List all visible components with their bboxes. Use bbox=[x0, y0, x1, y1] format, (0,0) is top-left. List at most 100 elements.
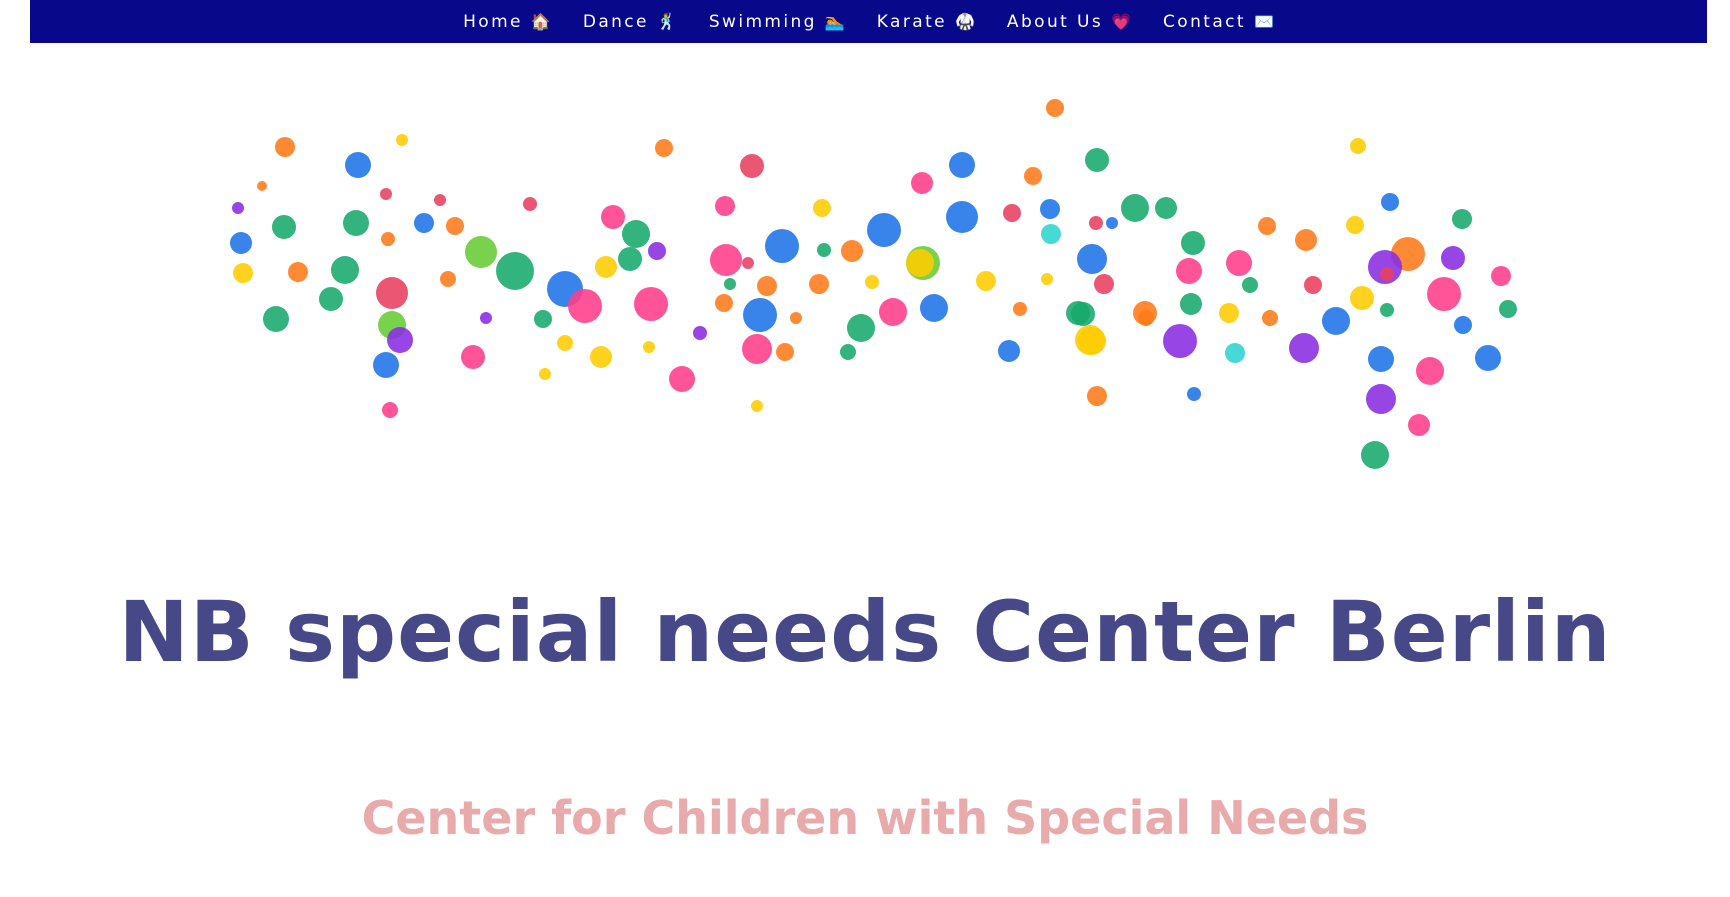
watercolor-dot bbox=[840, 344, 856, 360]
watercolor-dot bbox=[568, 289, 602, 323]
watercolor-dot bbox=[590, 346, 612, 368]
watercolor-dot bbox=[813, 199, 831, 217]
watercolor-dot bbox=[461, 345, 485, 369]
watercolor-dot bbox=[648, 242, 666, 260]
watercolor-dot bbox=[1041, 273, 1053, 285]
watercolor-dot bbox=[742, 334, 772, 364]
watercolor-dot bbox=[1454, 316, 1472, 334]
watercolor-dot bbox=[1155, 197, 1177, 219]
watercolor-dot bbox=[1380, 267, 1394, 281]
watercolor-dot bbox=[740, 154, 764, 178]
watercolor-dot bbox=[1350, 138, 1366, 154]
watercolor-dot bbox=[1226, 250, 1252, 276]
watercolor-dot bbox=[1187, 387, 1201, 401]
watercolor-dot bbox=[618, 247, 642, 271]
watercolor-dot bbox=[1163, 324, 1197, 358]
site-subtitle: Center for Children with Special Needs bbox=[361, 791, 1369, 845]
watercolor-dot bbox=[1262, 310, 1278, 326]
watercolor-dot bbox=[1013, 302, 1027, 316]
watercolor-dot bbox=[1366, 384, 1396, 414]
watercolor-dot bbox=[1219, 303, 1239, 323]
watercolor-dot bbox=[272, 215, 296, 239]
watercolor-dot bbox=[790, 312, 802, 324]
watercolor-dot bbox=[809, 274, 829, 294]
watercolor-dot bbox=[867, 213, 901, 247]
watercolor-dot bbox=[1408, 414, 1430, 436]
watercolor-dot bbox=[817, 243, 831, 257]
watercolor-dot bbox=[376, 277, 408, 309]
confetti-dots-banner bbox=[230, 99, 1517, 469]
watercolor-dot bbox=[1499, 300, 1517, 318]
watercolor-dot bbox=[380, 188, 392, 200]
site-title: NB special needs Center Berlin bbox=[118, 583, 1612, 681]
watercolor-dot bbox=[1094, 274, 1114, 294]
watercolor-dot bbox=[1289, 333, 1319, 363]
watercolor-dot bbox=[1176, 258, 1202, 284]
watercolor-dot bbox=[343, 210, 369, 236]
watercolor-dot bbox=[233, 263, 253, 283]
watercolor-dot bbox=[1181, 231, 1205, 255]
watercolor-dot bbox=[381, 232, 395, 246]
watercolor-dot bbox=[434, 194, 446, 206]
watercolor-dot bbox=[920, 294, 948, 322]
watercolor-dot bbox=[1475, 345, 1501, 371]
watercolor-dot bbox=[998, 340, 1020, 362]
watercolor-dot bbox=[1491, 266, 1511, 286]
watercolor-dot bbox=[440, 271, 456, 287]
watercolor-dot bbox=[1416, 357, 1444, 385]
page: Home 🏠 Dance 🕺 Swimming 🏊 Karate 🥋 About… bbox=[0, 0, 1730, 897]
watercolor-dot bbox=[911, 172, 933, 194]
watercolor-dot bbox=[1452, 209, 1472, 229]
watercolor-dot bbox=[396, 134, 408, 146]
watercolor-dot bbox=[387, 327, 413, 353]
watercolor-dot bbox=[946, 201, 978, 233]
watercolor-dot bbox=[523, 197, 537, 211]
watercolor-dot bbox=[539, 368, 551, 380]
watercolor-dot bbox=[1322, 307, 1350, 335]
watercolor-dot bbox=[1085, 148, 1109, 172]
watercolor-dot bbox=[1087, 386, 1107, 406]
watercolor-dot bbox=[976, 271, 996, 291]
watercolor-dot bbox=[757, 276, 777, 296]
watercolor-dot bbox=[1225, 343, 1245, 363]
watercolor-dot bbox=[765, 229, 799, 263]
watercolor-dot bbox=[1346, 216, 1364, 234]
watercolor-dot bbox=[1427, 277, 1461, 311]
watercolor-dot bbox=[232, 202, 244, 214]
watercolor-dot bbox=[1304, 276, 1322, 294]
watercolor-dot bbox=[1003, 204, 1021, 222]
watercolor-dot bbox=[601, 205, 625, 229]
watercolor-dot bbox=[382, 402, 398, 418]
watercolor-dot bbox=[1242, 277, 1258, 293]
watercolor-dot bbox=[230, 232, 252, 254]
watercolor-dot bbox=[331, 256, 359, 284]
watercolor-dot bbox=[743, 298, 777, 332]
watercolor-dot bbox=[288, 262, 308, 282]
watercolor-dot bbox=[1121, 194, 1149, 222]
watercolor-dot bbox=[865, 275, 879, 289]
watercolor-dot bbox=[710, 244, 742, 276]
watercolor-dot bbox=[622, 220, 650, 248]
watercolor-dot bbox=[841, 240, 863, 262]
watercolor-dot bbox=[847, 314, 875, 342]
watercolor-dot bbox=[776, 343, 794, 361]
watercolor-dot bbox=[1368, 346, 1394, 372]
watercolor-dot bbox=[1258, 217, 1276, 235]
watercolor-dot bbox=[643, 341, 655, 353]
watercolor-dot bbox=[1381, 193, 1399, 211]
watercolor-dot bbox=[1040, 199, 1060, 219]
watercolor-dot bbox=[655, 139, 673, 157]
watercolor-dot bbox=[1361, 441, 1389, 469]
watercolor-dot bbox=[751, 400, 763, 412]
watercolor-dot bbox=[879, 298, 907, 326]
watercolor-dot bbox=[669, 366, 695, 392]
watercolor-dot bbox=[480, 312, 492, 324]
watercolor-dot bbox=[1041, 224, 1061, 244]
watercolor-dot bbox=[373, 352, 399, 378]
watercolor-dot bbox=[1046, 99, 1064, 117]
watercolor-dot bbox=[557, 335, 573, 351]
watercolor-dot bbox=[275, 137, 295, 157]
watercolor-dot bbox=[496, 252, 534, 290]
watercolor-dot bbox=[1350, 286, 1374, 310]
watercolor-dot bbox=[1295, 229, 1317, 251]
